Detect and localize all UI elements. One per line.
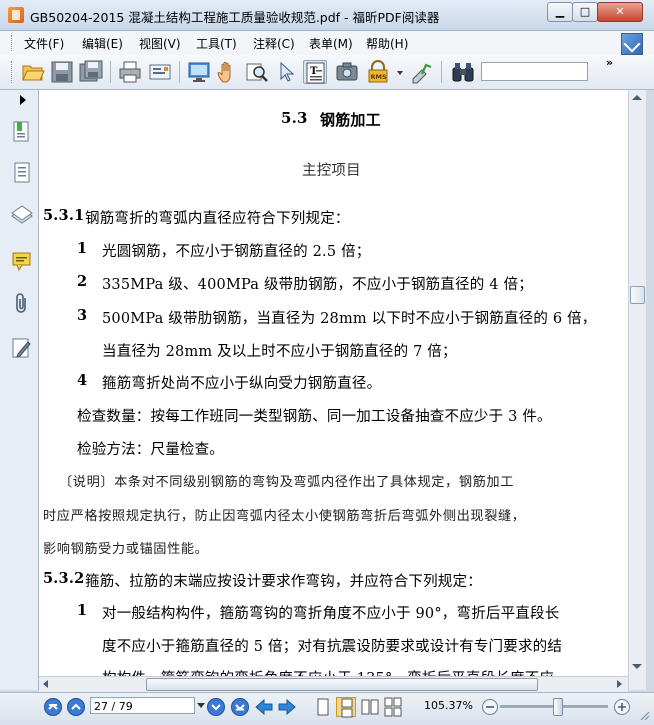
section-number: 5.3 (281, 109, 308, 127)
check-quantity: 检查数量：按每工作班同一类型钢筋、同一加工设备抽查不应少于 3 件。 (77, 409, 552, 425)
foxit-logo-icon[interactable] (621, 33, 643, 55)
save-as-icon[interactable] (79, 60, 103, 84)
last-page-icon[interactable] (230, 697, 250, 717)
next-page-icon[interactable] (206, 697, 226, 717)
single-page-view-icon[interactable] (313, 697, 333, 717)
item-text: 对一般结构构件，箍筋弯钩的弯折角度不应小于 90°，弯折后平直段长 (102, 606, 560, 622)
open-folder-icon[interactable] (21, 60, 45, 84)
first-page-icon[interactable] (43, 697, 63, 717)
clause-text: 钢筋弯折的弯弧内直径应符合下列规定： (85, 211, 350, 227)
menu-file[interactable]: 文件(F) (24, 35, 64, 52)
item-number: 1 (77, 602, 88, 619)
previous-page-icon[interactable] (66, 697, 86, 717)
menu-tools[interactable]: 工具(T) (196, 35, 237, 52)
toolbar-separator (441, 61, 442, 83)
close-button[interactable]: ✕ (597, 2, 643, 22)
text-select-icon[interactable]: T (303, 60, 327, 84)
layers-icon[interactable] (10, 203, 34, 227)
comments-icon[interactable] (10, 250, 34, 274)
svg-text:RMS: RMS (371, 73, 387, 81)
vertical-scrollbar[interactable] (628, 90, 646, 690)
menu-comment[interactable]: 注释(C) (253, 35, 295, 52)
fullscreen-icon[interactable] (187, 60, 211, 84)
check-method: 检验方法：尺量检查。 (77, 442, 224, 458)
page-number-field[interactable]: 27 / 79 (90, 697, 195, 714)
menu-grip[interactable] (11, 35, 15, 51)
attachments-icon[interactable] (10, 292, 34, 316)
facing-page-view-icon[interactable] (360, 697, 380, 717)
toolbar-overflow-button[interactable]: » (606, 56, 613, 69)
subheading: 主控项目 (302, 163, 361, 179)
horizontal-scroll-thumb[interactable] (146, 678, 538, 691)
item-number: 1 (77, 240, 88, 257)
zoom-out-icon[interactable] (480, 697, 500, 717)
print-icon[interactable] (118, 60, 142, 84)
item-text-continued: 度不应小于箍筋直径的 5 倍；对有抗震设防要求或设计有专门要求的结 (102, 639, 563, 655)
menu-form[interactable]: 表单(M) (309, 35, 353, 52)
maximize-button[interactable]: □ (572, 2, 598, 22)
item-number: 2 (77, 273, 88, 290)
pages-thumbnail-icon[interactable] (10, 161, 34, 185)
forward-arrow-icon[interactable] (277, 697, 297, 717)
signatures-icon[interactable] (10, 336, 34, 360)
note-text: 时应严格按照规定执行，防止因弯弧内径太小使钢筋弯折后弯弧外侧出现裂缝， (43, 509, 526, 524)
continuous-page-view-icon[interactable] (336, 697, 356, 718)
item-text: 335MPa 级、400MPa 级带肋钢筋，不应小于钢筋直径的 4 倍； (102, 277, 533, 293)
hand-tool-icon[interactable] (216, 60, 240, 84)
continuous-facing-view-icon[interactable] (383, 697, 403, 717)
eraser-check-icon[interactable] (410, 60, 434, 84)
toolbar-separator (179, 61, 180, 83)
item-number: 3 (77, 307, 88, 324)
clause-number: 5.3.1 (43, 207, 85, 224)
clause-number: 5.3.2 (43, 570, 85, 587)
rms-icon[interactable]: RMS (366, 60, 390, 84)
zoom-level[interactable]: 105.37% (424, 699, 473, 712)
scroll-up-arrow-icon[interactable] (632, 95, 642, 100)
item-text: 箍筋弯折处尚不应小于纵向受力钢筋直径。 (102, 376, 382, 392)
window-title: GB50204-2015 混凝土结构工程施工质量验收规范.pdf - 福昕PDF… (30, 10, 440, 25)
scroll-right-arrow-icon[interactable] (617, 680, 622, 688)
menu-edit[interactable]: 编辑(E) (82, 35, 123, 52)
email-icon[interactable] (148, 60, 172, 84)
clause-text: 箍筋、拉筋的末端应按设计要求作弯钩，并应符合下列规定： (85, 574, 482, 590)
binoculars-icon[interactable] (451, 60, 475, 84)
title-bar: GB50204-2015 混凝土结构工程施工质量验收规范.pdf - 福昕PDF… (0, 0, 654, 31)
item-text: 光圆钢筋，不应小于钢筋直径的 2.5 倍； (102, 244, 371, 260)
bookmarks-icon[interactable] (10, 120, 34, 144)
zoom-tool-icon[interactable] (245, 60, 269, 84)
item-text-continued: 当直径为 28mm 及以上时不应小于钢筋直径的 7 倍； (102, 344, 457, 360)
select-arrow-icon[interactable] (274, 60, 298, 84)
vertical-scroll-thumb[interactable] (630, 286, 645, 304)
menu-view[interactable]: 视图(V) (139, 35, 181, 52)
note-text: 〔说明〕本条对不同级别钢筋的弯钩及弯弧内径作出了具体规定，钢筋加工 (59, 475, 514, 490)
scroll-down-arrow-icon[interactable] (632, 664, 642, 669)
panel-toggle-arrow-icon[interactable] (20, 95, 26, 105)
toolbar-separator (110, 61, 111, 83)
snapshot-icon[interactable] (335, 60, 359, 84)
app-logo-icon (8, 7, 24, 23)
back-arrow-icon[interactable] (254, 697, 274, 717)
section-title: 钢筋加工 (320, 111, 381, 129)
page-dropdown-icon[interactable] (197, 703, 205, 708)
search-input[interactable] (481, 62, 588, 81)
scroll-left-arrow-icon[interactable] (43, 680, 48, 688)
zoom-slider-thumb[interactable] (553, 698, 563, 716)
item-text: 500MPa 级带肋钢筋，当直径为 28mm 以下时不应小于钢筋直径的 6 倍， (102, 311, 597, 327)
toolbar-grip[interactable] (11, 61, 15, 83)
menu-help[interactable]: 帮助(H) (366, 35, 408, 52)
zoom-in-icon[interactable] (612, 697, 632, 717)
save-icon[interactable] (50, 60, 74, 84)
item-number: 4 (77, 372, 88, 389)
menu-bar: 文件(F) 编辑(E) 视图(V) 工具(T) 注释(C) 表单(M) 帮助(H… (0, 31, 654, 55)
window-resize-grip[interactable] (640, 710, 650, 721)
rms-dropdown-arrow-icon[interactable] (397, 71, 403, 75)
document-page[interactable]: 5.3 钢筋加工 主控项目 5.3.1 钢筋弯折的弯弧内直径应符合下列规定： 1… (39, 90, 628, 690)
minimize-button[interactable]: ▁ (547, 2, 573, 22)
note-text: 影响钢筋受力或锚固性能。 (43, 542, 209, 557)
